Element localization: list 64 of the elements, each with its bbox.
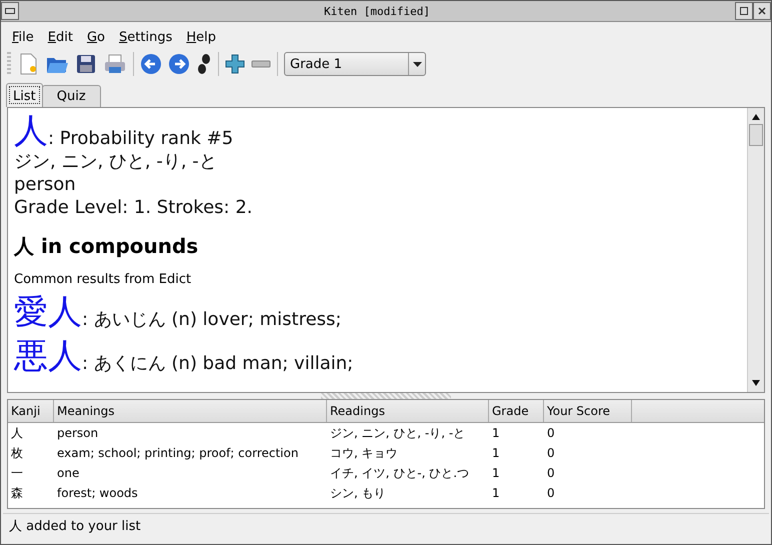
menu-item[interactable]: Settings xyxy=(112,28,180,47)
compound-link[interactable]: 愛人 xyxy=(14,293,82,331)
back-icon[interactable] xyxy=(140,53,162,75)
column-header[interactable]: Grade xyxy=(489,400,544,422)
table-cell-text: 0 xyxy=(546,486,556,500)
bar-icon xyxy=(5,8,15,14)
compound-link[interactable]: 悪人 xyxy=(14,337,82,375)
window-menu-button[interactable] xyxy=(1,2,19,20)
grade-strokes-text: Grade Level: 1. Strokes: 2. xyxy=(14,196,254,219)
compound-definition: : あいじん (n) lover; mistress; xyxy=(82,308,342,331)
meaning-text: person xyxy=(14,173,77,196)
column-header[interactable]: Meanings xyxy=(54,400,327,422)
scrollbar[interactable] xyxy=(747,108,764,392)
plus-icon[interactable] xyxy=(225,54,245,74)
minus-icon[interactable] xyxy=(251,60,271,68)
compounds-heading: 人 in compounds xyxy=(14,233,200,260)
forward-icon[interactable] xyxy=(168,53,190,75)
table-cell-text: イチ, イツ, ひと-, ひと.つ xyxy=(329,464,470,482)
menu-item[interactable]: Go xyxy=(80,28,112,47)
table-cell-text: ジン, ニン, ひと, -り, -と xyxy=(329,424,466,442)
maximize-button[interactable] xyxy=(735,2,753,20)
table-cell-text: 1 xyxy=(491,486,501,500)
grade-dropdown[interactable]: Grade 1 xyxy=(284,52,426,76)
column-header[interactable]: Readings xyxy=(327,400,489,422)
readings-text: ジン, ニン, ひと, -り, -と xyxy=(14,150,218,173)
column-header[interactable]: Kanji xyxy=(8,400,54,422)
column-header[interactable]: Your Score xyxy=(544,400,632,422)
table-cell-text: forest; woods xyxy=(56,486,139,500)
splitter-handle[interactable] xyxy=(321,393,451,399)
tab[interactable]: Quiz xyxy=(42,85,101,107)
status-text: 人 added to your list xyxy=(9,519,141,534)
table-cell-text: 1 xyxy=(491,466,501,480)
table-cell-text: 0 xyxy=(546,426,556,440)
close-button[interactable] xyxy=(753,2,771,20)
rank-text: : Probability rank #5 xyxy=(48,127,234,150)
table-cell-text: 一 xyxy=(10,464,24,482)
table-cell-text: person xyxy=(56,426,100,440)
subheading: Common results from Edict xyxy=(14,272,192,287)
printer-icon[interactable] xyxy=(103,53,127,75)
table-cell-text: one xyxy=(56,466,80,480)
table-cell-text: 森 xyxy=(10,484,24,502)
kanji-link[interactable]: 人 xyxy=(14,112,48,150)
save-icon[interactable] xyxy=(75,53,97,75)
table-cell-text: 1 xyxy=(491,446,501,460)
table-cell-text: コウ, キョウ xyxy=(329,444,399,462)
table-cell-text: 0 xyxy=(546,446,556,460)
table-cell-text: exam; school; printing; proof; correction xyxy=(56,446,300,460)
maximize-icon xyxy=(740,7,748,15)
caret-icon xyxy=(412,62,422,66)
scrollbar-thumb[interactable] xyxy=(749,124,763,146)
tab[interactable]: List xyxy=(6,83,43,107)
menu-item[interactable]: File xyxy=(5,28,41,47)
menu-item[interactable]: Edit xyxy=(40,28,80,47)
table-cell-text: 1 xyxy=(491,426,501,440)
footprints-icon[interactable] xyxy=(196,53,212,75)
compound-definition: : あくにん (n) bad man; villain; xyxy=(82,352,354,375)
toolbar-grip[interactable] xyxy=(7,52,11,76)
table-cell-text: 人 xyxy=(10,424,24,442)
menu-item[interactable]: Help xyxy=(179,28,224,47)
table-cell-text: 枚 xyxy=(10,444,24,462)
window-title: Kiten [modified] xyxy=(323,4,431,18)
table-cell-text: 0 xyxy=(546,466,556,480)
table-cell-text: シン, もり xyxy=(329,484,387,502)
close-icon xyxy=(758,7,766,15)
